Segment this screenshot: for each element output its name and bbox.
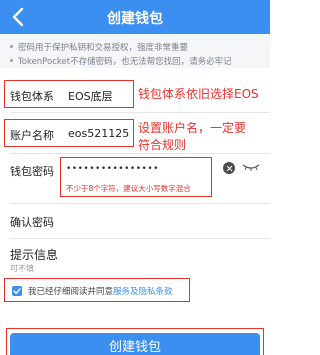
divider [10,112,270,113]
create-wallet-button[interactable]: 创建钱包 [10,333,260,355]
note-text: TokenPocket不存储密码，也无法帮您找回，请务必牢记 [18,57,232,67]
note-item: TokenPocket不存储密码，也无法帮您找回，请务必牢记 [10,55,232,67]
annotation-line: 设置账户名，一定要 [138,121,247,135]
agreement-label: 我已经仔细阅读并同意 [28,287,114,297]
wallet-system-select[interactable]: EOS底层 [68,88,113,104]
eye-closed-icon[interactable] [241,160,261,174]
bullet-dot [10,59,13,62]
agreement-text: 我已经仔细阅读并同意服务及隐私条款 [28,285,173,297]
password-label: 钱包密码 [10,165,54,178]
app-header: 创建钱包 [0,0,270,34]
page-title: 创建钱包 [107,11,163,27]
annotation-account-name: 设置账户名，一定要 符合规则 [138,120,246,154]
password-input[interactable]: •••••••••••••••• [66,164,159,174]
annotation-line: 符合规则 [138,138,187,152]
prompt-info-label: 提示信息 [10,248,59,262]
note-text: 密码用于保护私钥和交易授权，强度非常重要 [18,43,189,53]
note-item: 密码用于保护私钥和交易授权，强度非常重要 [10,41,188,53]
divider [10,153,270,154]
wallet-system-label: 钱包体系 [10,90,54,103]
confirm-password-input[interactable] [66,208,256,234]
checkmark-icon [13,288,21,295]
terms-link[interactable]: 服务及隐私条款 [113,287,173,297]
confirm-password-label: 确认密码 [10,216,54,229]
annotation-wallet-system: 钱包体系依旧选择EOS [138,87,259,101]
account-name-input[interactable]: eos521125 [68,127,129,140]
bullet-dot [10,45,13,48]
password-hint: 不少于8个字符，建议大小写数字混合 [66,184,191,193]
clear-icon[interactable] [223,162,235,174]
agreement-checkbox[interactable] [12,286,22,296]
account-name-label: 账户名称 [10,129,54,142]
security-notes: 密码用于保护私钥和交易授权，强度非常重要 TokenPocket不存储密码，也无… [0,34,270,68]
prompt-info-hint: 可不填 [10,264,34,273]
divider [10,203,270,204]
divider [10,238,270,239]
